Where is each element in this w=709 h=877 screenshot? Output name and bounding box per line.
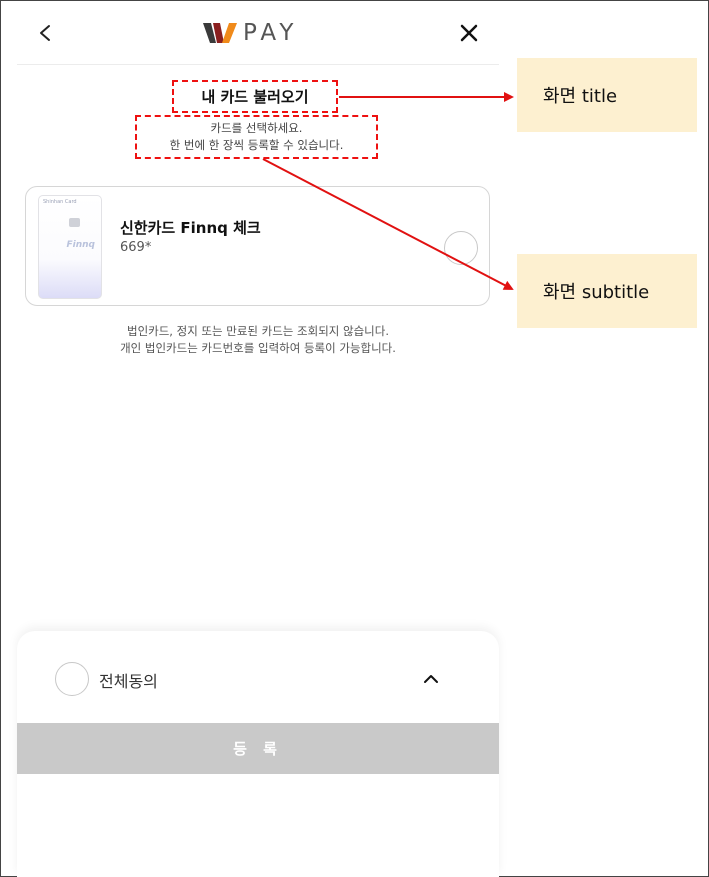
- notice-line: 법인카드, 정지 또는 만료된 카드는 조회되지 않습니다.: [126, 324, 389, 338]
- card-brand-mark: Shinhan Card: [43, 199, 77, 205]
- wpay-screen: PAY 내 카드 불러오기 카드를 선택하세요. 한 번에 한 장씩 등록할 수…: [17, 1, 499, 877]
- agree-all-label: 전체동의: [99, 672, 158, 691]
- close-icon[interactable]: [455, 19, 483, 47]
- title-highlight-box: 내 카드 불러오기: [172, 80, 338, 113]
- back-chevron-icon[interactable]: [31, 17, 59, 49]
- notice-line: 개인 법인카드는 카드번호를 입력하여 등록이 가능합니다.: [120, 341, 396, 355]
- card-chip-icon: [69, 218, 80, 227]
- annotation-title-callout: 화면 title: [517, 58, 697, 132]
- annotation-subtitle-callout: 화면 subtitle: [517, 254, 697, 328]
- card-name: 신한카드 Finnq 체크: [120, 219, 261, 237]
- logo-text: PAY: [243, 20, 299, 46]
- page-title: 내 카드 불러오기: [201, 88, 309, 106]
- card-finnq-mark: Finnq: [66, 240, 96, 250]
- card-select-radio[interactable]: [444, 231, 478, 265]
- card-number: 669*: [120, 240, 152, 255]
- wpay-logo: PAY: [203, 17, 298, 49]
- bottom-sheet: 전체동의 등 록: [17, 631, 499, 877]
- agree-all-row[interactable]: 전체동의: [17, 653, 499, 705]
- page-subtitle-line: 한 번에 한 장씩 등록할 수 있습니다.: [169, 138, 344, 152]
- annotated-screenshot-frame: PAY 내 카드 불러오기 카드를 선택하세요. 한 번에 한 장씩 등록할 수…: [0, 0, 709, 877]
- page-subtitle-line: 카드를 선택하세요.: [210, 121, 303, 135]
- annotation-subtitle-text: 화면 subtitle: [543, 282, 650, 303]
- app-header: PAY: [17, 1, 499, 65]
- card-notice: 법인카드, 정지 또는 만료된 카드는 조회되지 않습니다. 개인 법인카드는 …: [17, 323, 499, 357]
- chevron-up-icon[interactable]: [420, 669, 442, 689]
- card-image: Shinhan Card Finnq: [38, 195, 102, 299]
- wpay-w-logo-icon: [203, 23, 237, 43]
- register-button[interactable]: 등 록: [17, 723, 499, 774]
- annotation-title-text: 화면 title: [543, 86, 618, 107]
- card-list-item[interactable]: Shinhan Card Finnq 신한카드 Finnq 체크 669*: [25, 186, 490, 306]
- agree-all-radio[interactable]: [55, 662, 89, 696]
- subtitle-highlight-box: 카드를 선택하세요. 한 번에 한 장씩 등록할 수 있습니다.: [135, 115, 378, 159]
- register-button-label: 등 록: [233, 741, 283, 758]
